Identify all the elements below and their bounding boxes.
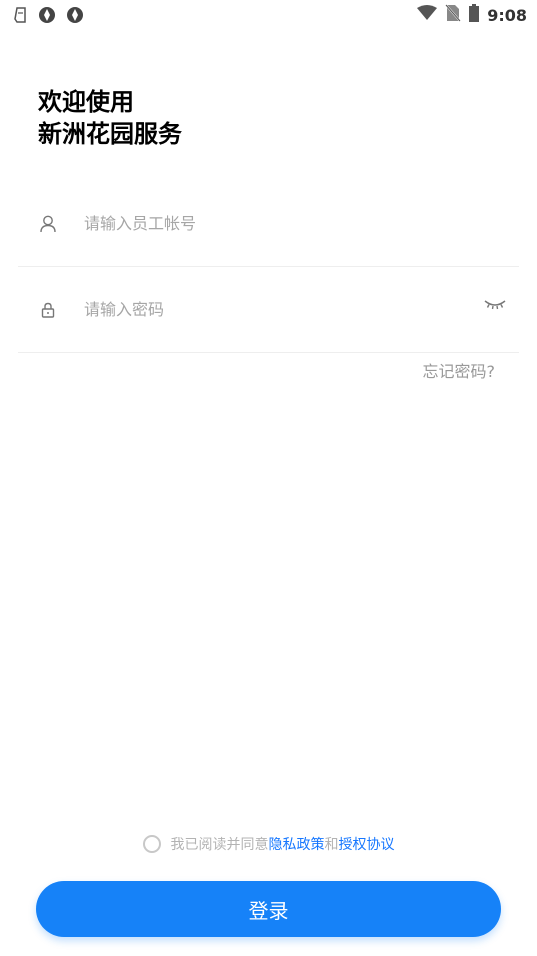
agreement-row: 我已阅读并同意 隐私政策 和 授权协议 bbox=[0, 834, 537, 854]
login-button[interactable]: 登录 bbox=[36, 881, 501, 937]
account-field bbox=[18, 182, 519, 267]
lock-icon bbox=[38, 300, 58, 320]
status-time: 9:08 bbox=[487, 5, 527, 25]
status-bar: 9:08 bbox=[0, 0, 537, 30]
status-left-icons bbox=[14, 6, 84, 28]
agreement-prefix: 我已阅读并同意 bbox=[170, 837, 269, 853]
welcome-heading: 欢迎使用 新洲花园服务 bbox=[38, 86, 182, 150]
eye-closed-icon[interactable] bbox=[483, 296, 507, 314]
no-sim-icon bbox=[445, 4, 461, 26]
authorization-agreement-link[interactable]: 授权协议 bbox=[339, 834, 395, 854]
agreement-checkbox[interactable] bbox=[142, 835, 161, 853]
user-icon bbox=[38, 214, 58, 234]
wifi-icon bbox=[417, 5, 438, 25]
battery-icon bbox=[469, 4, 480, 26]
app-icon bbox=[66, 6, 84, 28]
agreement-and: 和 bbox=[324, 837, 339, 853]
account-input[interactable] bbox=[84, 208, 464, 238]
app-icon bbox=[38, 6, 56, 28]
welcome-line-2: 新洲花园服务 bbox=[38, 120, 182, 148]
notification-icon bbox=[14, 7, 28, 27]
welcome-line-1: 欢迎使用 bbox=[38, 88, 134, 116]
forgot-password-link[interactable]: 忘记密码? bbox=[423, 358, 496, 382]
status-right-icons: 9:08 bbox=[417, 4, 527, 26]
password-input[interactable] bbox=[84, 294, 464, 324]
privacy-policy-link[interactable]: 隐私政策 bbox=[269, 834, 325, 854]
password-field bbox=[18, 268, 519, 353]
